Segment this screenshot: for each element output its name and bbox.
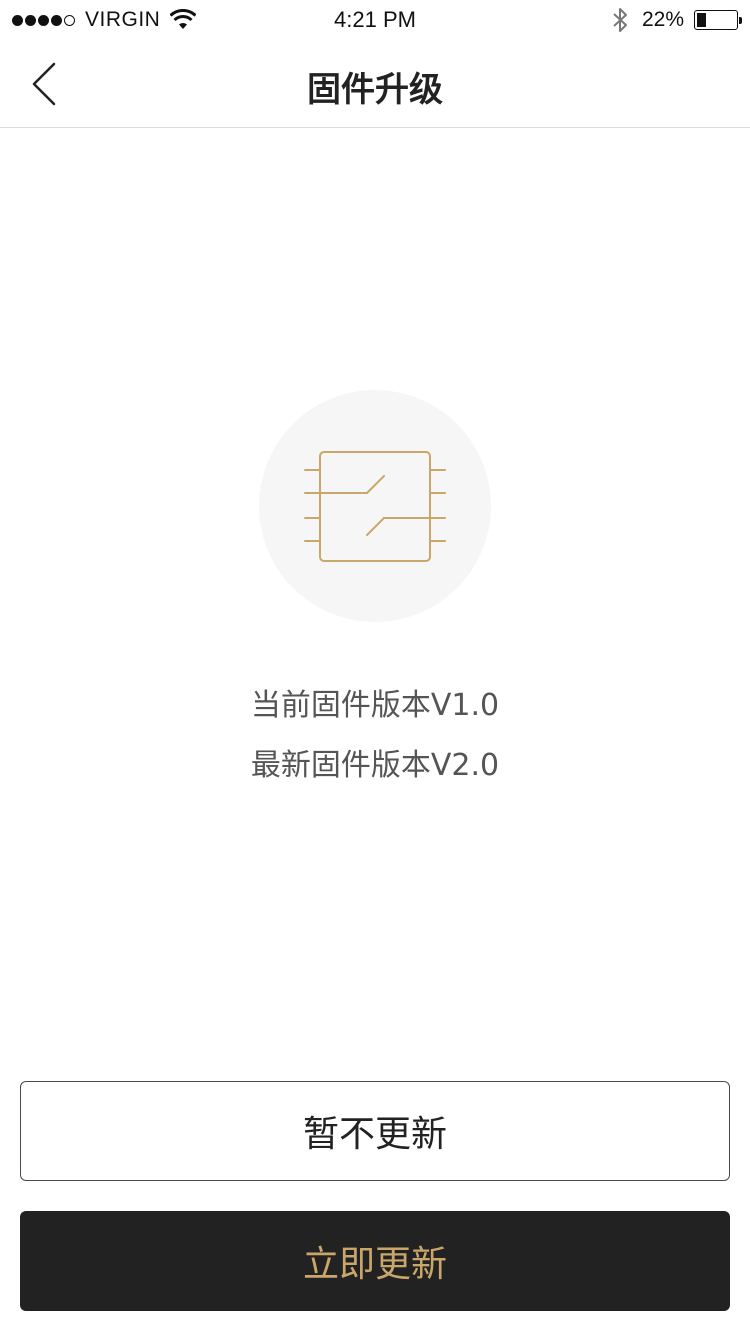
- latest-version-text: 最新固件版本V2.0: [250, 748, 500, 783]
- page-title: 固件升级: [307, 70, 443, 110]
- battery-percent: 22%: [641, 8, 684, 31]
- status-bar: VIRGIN 4:21 PM 22%: [0, 0, 750, 40]
- bluetooth-icon: [613, 8, 627, 32]
- chip-icon: [304, 451, 446, 562]
- update-now-button[interactable]: 立即更新: [20, 1211, 730, 1311]
- battery-fill: [697, 13, 706, 27]
- skip-update-label: 暂不更新: [302, 1114, 447, 1155]
- battery-icon: [694, 10, 742, 30]
- nav-bar: 固件升级: [0, 40, 750, 128]
- status-right: 22%: [612, 7, 742, 33]
- skip-update-button[interactable]: 暂不更新: [20, 1081, 730, 1181]
- update-now-label: 立即更新: [302, 1244, 447, 1285]
- firmware-icon-circle: [259, 390, 491, 622]
- current-version-text: 当前固件版本V1.0: [250, 688, 500, 723]
